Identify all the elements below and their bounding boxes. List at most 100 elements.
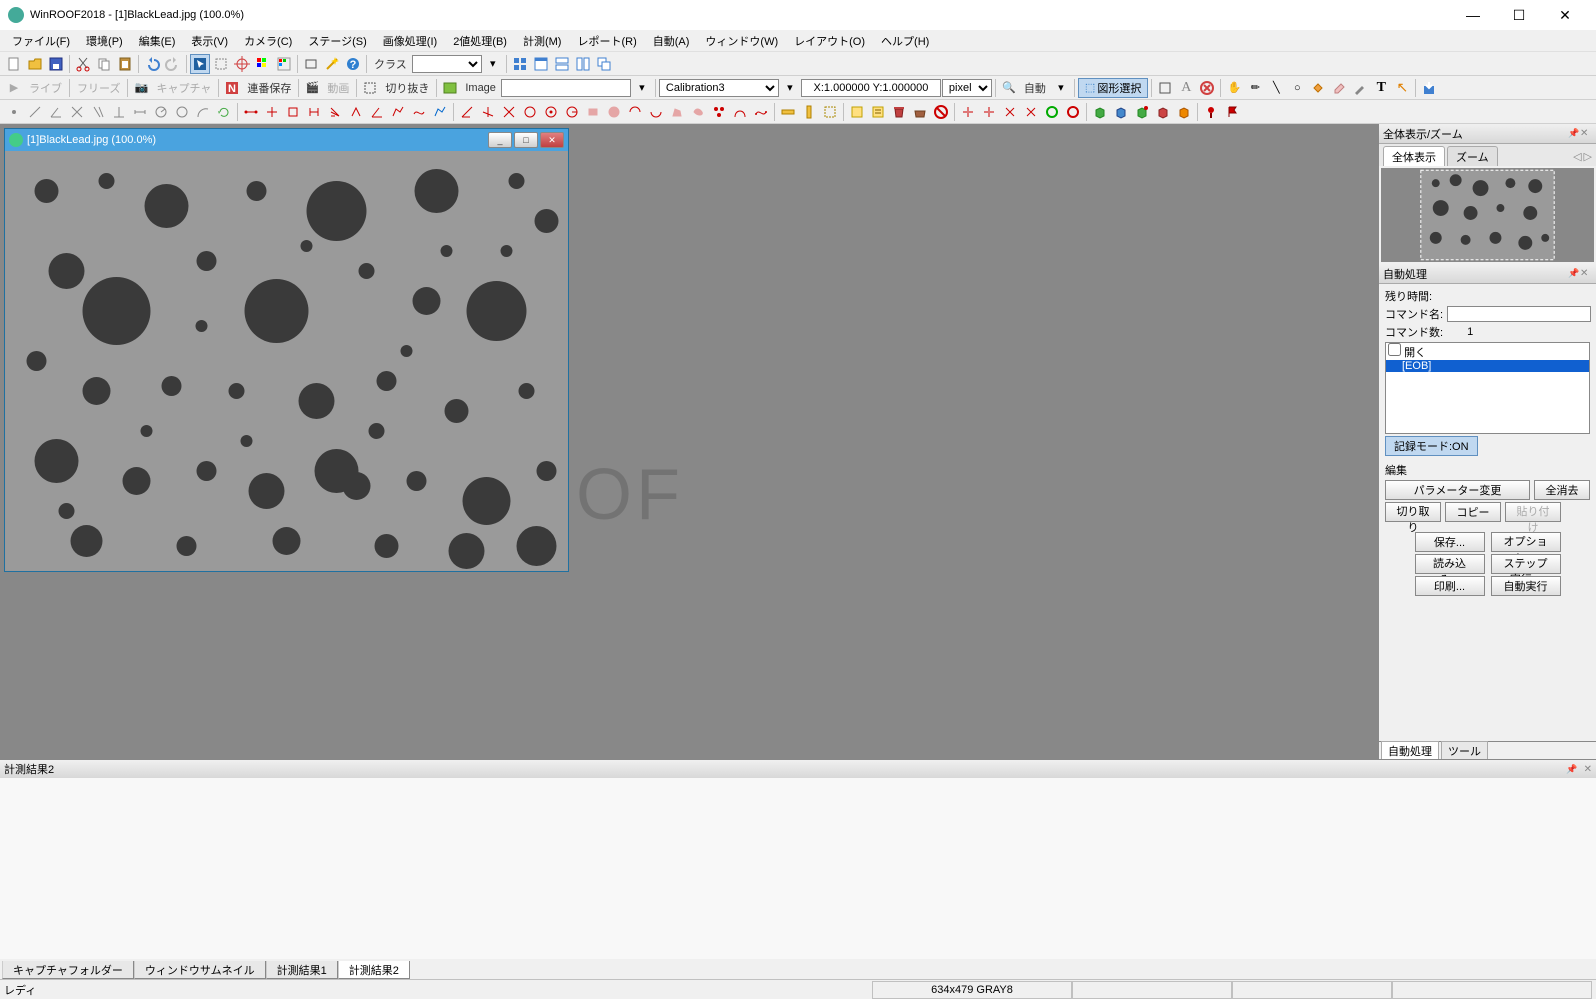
seg-hv-icon[interactable] bbox=[262, 102, 282, 122]
results-body[interactable] bbox=[0, 778, 1596, 959]
doc-maximize-button[interactable]: □ bbox=[514, 132, 538, 148]
close-panel-icon[interactable]: ✕ bbox=[1580, 128, 1592, 139]
paste-icon[interactable] bbox=[115, 54, 135, 74]
circ-3-icon[interactable] bbox=[562, 102, 582, 122]
m-parallel-icon[interactable] bbox=[88, 102, 108, 122]
pin-icon[interactable]: 📌 bbox=[1568, 128, 1580, 139]
bounds-icon[interactable] bbox=[820, 102, 840, 122]
wand-icon[interactable] bbox=[322, 54, 342, 74]
circ-1-icon[interactable] bbox=[520, 102, 540, 122]
results-header[interactable]: 計測結果2 📌 ✕ bbox=[0, 760, 1596, 778]
circle-red-icon[interactable] bbox=[1063, 102, 1083, 122]
save-icon[interactable] bbox=[46, 54, 66, 74]
note-1-icon[interactable] bbox=[847, 102, 867, 122]
calibration-select[interactable]: Calibration3 bbox=[659, 79, 779, 97]
dropdown-icon[interactable]: ▾ bbox=[483, 54, 503, 74]
undo-icon[interactable] bbox=[142, 54, 162, 74]
option-button[interactable]: オプション... bbox=[1491, 532, 1561, 552]
cut-button[interactable]: 切り取り bbox=[1385, 502, 1441, 522]
arc-1-icon[interactable] bbox=[625, 102, 645, 122]
doc-close-button[interactable]: ✕ bbox=[540, 132, 564, 148]
join-icon[interactable] bbox=[1021, 102, 1041, 122]
auto-panel-header[interactable]: 自動処理 📌 ✕ bbox=[1379, 264, 1596, 284]
eyedrop-icon[interactable] bbox=[1350, 78, 1370, 98]
menu-help[interactable]: ヘルプ(H) bbox=[873, 31, 937, 51]
fill-icon[interactable] bbox=[1308, 78, 1328, 98]
record-mode-button[interactable]: 記録モード:ON bbox=[1385, 436, 1478, 456]
menu-camera[interactable]: カメラ(C) bbox=[236, 31, 300, 51]
zoom-dropdown-icon[interactable]: ▾ bbox=[1051, 78, 1071, 98]
image-name-input[interactable] bbox=[501, 79, 631, 97]
text-a-icon[interactable]: A bbox=[1176, 78, 1196, 98]
tile-v-icon[interactable] bbox=[573, 54, 593, 74]
seqsave-badge-icon[interactable]: N bbox=[222, 78, 242, 98]
del-all-icon[interactable] bbox=[931, 102, 951, 122]
document-window[interactable]: [1]BlackLead.jpg (100.0%) _ □ ✕ bbox=[4, 128, 569, 572]
arrow-icon[interactable]: ↖ bbox=[1392, 78, 1412, 98]
copy-icon[interactable] bbox=[94, 54, 114, 74]
ang-1-icon[interactable] bbox=[457, 102, 477, 122]
command-list[interactable]: 開く [EOB] bbox=[1385, 342, 1590, 434]
ang-3-icon[interactable] bbox=[499, 102, 519, 122]
rtab-result2[interactable]: 計測結果2 bbox=[338, 961, 410, 979]
crop-icon[interactable] bbox=[360, 78, 380, 98]
btab-tool[interactable]: ツール bbox=[1441, 741, 1488, 761]
cut-icon[interactable] bbox=[73, 54, 93, 74]
ang-2-icon[interactable] bbox=[478, 102, 498, 122]
capture-icon[interactable]: 📷 bbox=[131, 78, 151, 98]
color-picker-icon[interactable] bbox=[253, 54, 273, 74]
rect-draw-icon[interactable] bbox=[301, 54, 321, 74]
seqsave-label[interactable]: 連番保存 bbox=[243, 80, 295, 96]
image-dropdown-icon[interactable]: ▾ bbox=[632, 78, 652, 98]
seg-v-icon[interactable] bbox=[346, 102, 366, 122]
cube-g-icon[interactable] bbox=[1090, 102, 1110, 122]
crosshair-icon[interactable] bbox=[232, 54, 252, 74]
split-v-icon[interactable] bbox=[979, 102, 999, 122]
close-button[interactable]: ✕ bbox=[1542, 0, 1588, 30]
btab-auto[interactable]: 自動処理 bbox=[1381, 741, 1439, 761]
trash-icon[interactable] bbox=[889, 102, 909, 122]
pencil-icon[interactable]: ✏ bbox=[1245, 78, 1265, 98]
document-titlebar[interactable]: [1]BlackLead.jpg (100.0%) _ □ ✕ bbox=[5, 129, 568, 151]
menu-env[interactable]: 環境(P) bbox=[78, 31, 131, 51]
cmdname-input[interactable] bbox=[1447, 306, 1591, 322]
new-icon[interactable] bbox=[4, 54, 24, 74]
import-icon[interactable] bbox=[1419, 78, 1439, 98]
results-close-icon[interactable]: ✕ bbox=[1584, 764, 1592, 775]
m-radius-icon[interactable] bbox=[151, 102, 171, 122]
pin-icon-2[interactable]: 📌 bbox=[1568, 268, 1580, 279]
m-perp-icon[interactable] bbox=[109, 102, 129, 122]
copy-button[interactable]: コピー bbox=[1445, 502, 1501, 522]
cube-r-icon[interactable] bbox=[1153, 102, 1173, 122]
ruler-h-icon[interactable] bbox=[778, 102, 798, 122]
zoom-icon[interactable]: 🔍 bbox=[999, 78, 1019, 98]
workspace[interactable]: ROOF [1]BlackLead.jpg (100.0%) _ □ ✕ bbox=[0, 124, 1378, 759]
step-exec-button[interactable]: ステップ実行... bbox=[1491, 554, 1561, 574]
arc-2-icon[interactable] bbox=[646, 102, 666, 122]
tab-fullview[interactable]: 全体表示 bbox=[1383, 146, 1445, 166]
m-point-icon[interactable] bbox=[4, 102, 24, 122]
menu-file[interactable]: ファイル(F) bbox=[4, 31, 78, 51]
circ-2-icon[interactable] bbox=[541, 102, 561, 122]
menu-report[interactable]: レポート(R) bbox=[569, 31, 644, 51]
m-dist-icon[interactable] bbox=[130, 102, 150, 122]
seg-poly-icon[interactable] bbox=[388, 102, 408, 122]
text-t-icon[interactable]: T bbox=[1371, 78, 1391, 98]
seg-box-icon[interactable] bbox=[283, 102, 303, 122]
flag-icon[interactable] bbox=[1222, 102, 1242, 122]
ruler-v-icon[interactable] bbox=[799, 102, 819, 122]
basket-icon[interactable] bbox=[910, 102, 930, 122]
seg-h-icon[interactable] bbox=[304, 102, 324, 122]
m-circle3-icon[interactable] bbox=[172, 102, 192, 122]
tab-prev-icon[interactable]: ◁ bbox=[1573, 150, 1581, 163]
seg-free-icon[interactable] bbox=[409, 102, 429, 122]
close-panel-icon-2[interactable]: ✕ bbox=[1580, 268, 1592, 279]
menu-view[interactable]: 表示(V) bbox=[183, 31, 236, 51]
menu-window[interactable]: ウィンドウ(W) bbox=[697, 31, 786, 51]
menu-layout[interactable]: レイアウト(O) bbox=[786, 31, 873, 51]
cascade-icon[interactable] bbox=[594, 54, 614, 74]
spline-icon[interactable] bbox=[751, 102, 771, 122]
grid-icon[interactable] bbox=[510, 54, 530, 74]
coords-input[interactable] bbox=[801, 79, 941, 97]
load-button[interactable]: 読み込み... bbox=[1415, 554, 1485, 574]
